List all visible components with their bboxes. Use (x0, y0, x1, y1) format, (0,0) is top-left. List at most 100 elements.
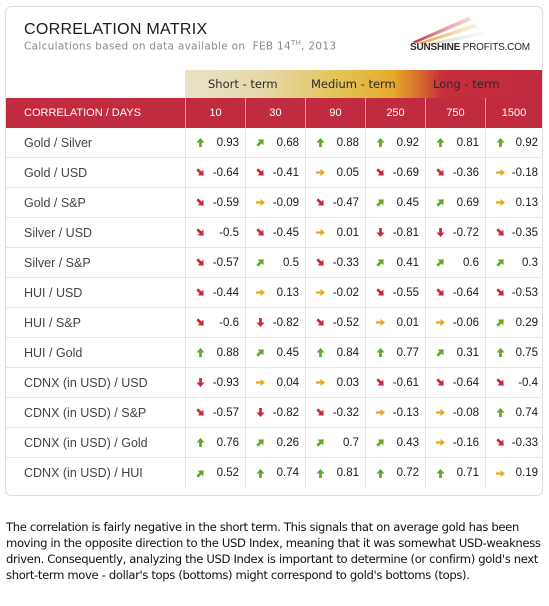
arrow-up-right-icon (256, 138, 265, 147)
correlation-cell-10: 0.52 (185, 458, 245, 488)
arrow-down-icon (376, 228, 385, 237)
correlation-cell-30: 0.74 (245, 458, 305, 488)
date-year: , 2013 (301, 40, 337, 53)
arrow-down-icon (256, 318, 265, 327)
correlation-value: 0.3 (522, 256, 538, 269)
correlation-value: 0.01 (396, 316, 419, 329)
arrow-down-icon (256, 408, 265, 417)
table-row: HUI / USD -0.44 0.13 -0.02 -0.55 -0.64 -0.53 (6, 278, 542, 308)
row-label: HUI / Gold (24, 345, 83, 360)
correlation-cell-1500: -0.4 (485, 368, 542, 397)
correlation-cell-90: 0.88 (305, 128, 365, 157)
arrow-right-icon (436, 408, 445, 417)
table-row: CDNX (in USD) / Gold 0.76 0.26 0.7 0.43 -0.16… (6, 428, 542, 458)
arrow-down-right-icon (436, 378, 445, 387)
arrow-right-icon (496, 469, 505, 478)
correlation-value: 0.13 (276, 286, 299, 299)
correlation-value: -0.41 (272, 166, 299, 179)
arrow-right-icon (376, 318, 385, 327)
correlation-cell-1500: -0.33 (485, 428, 542, 457)
term-medium: Medium - term (311, 77, 396, 91)
correlation-cell-250: 0.72 (365, 458, 425, 488)
arrow-down-icon (436, 228, 445, 237)
correlation-value: -0.35 (511, 226, 538, 239)
correlation-value: 0.72 (396, 467, 419, 479)
correlation-value: 0.88 (216, 346, 239, 359)
table-row: Silver / USD -0.5 -0.45 0.01 -0.81 -0.72 -0.35 (6, 218, 542, 248)
correlation-cell-90: 0.84 (305, 338, 365, 367)
arrow-down-right-icon (436, 168, 445, 177)
correlation-cell-30: -0.09 (245, 188, 305, 217)
correlation-cell-250: -0.69 (365, 158, 425, 187)
correlation-cell-1500: 0.29 (485, 308, 542, 337)
correlation-cell-750: -0.06 (425, 308, 485, 337)
correlation-cell-90: -0.32 (305, 398, 365, 427)
column-header-750: 750 (425, 98, 485, 128)
correlation-value: 0.93 (216, 136, 239, 149)
column-header-90: 90 (305, 98, 365, 128)
table-row: CDNX (in USD) / USD -0.93 0.04 0.03 -0.61 -0.… (6, 368, 542, 398)
correlation-value: -0.45 (272, 226, 299, 239)
arrow-up-icon (376, 138, 385, 147)
correlation-value: 0.45 (396, 196, 419, 209)
correlation-value: -0.57 (212, 406, 239, 419)
correlation-value: -0.52 (332, 316, 359, 329)
correlation-cell-750: -0.64 (425, 278, 485, 307)
correlation-value: 0.75 (515, 346, 538, 359)
arrow-down-right-icon (496, 288, 505, 297)
row-label: Gold / Silver (24, 135, 93, 150)
correlation-cell-30: 0.5 (245, 248, 305, 277)
correlation-value: 0.88 (336, 136, 359, 149)
correlation-cell-250: 0.45 (365, 188, 425, 217)
column-header-10: 10 (185, 98, 245, 128)
arrow-up-icon (436, 468, 445, 478)
arrow-right-icon (316, 168, 325, 177)
correlation-value: -0.53 (511, 286, 538, 299)
correlation-cell-750: 0.81 (425, 128, 485, 157)
correlation-value: 0.74 (276, 467, 299, 479)
correlation-cell-30: -0.82 (245, 398, 305, 427)
correlation-cell-1500: -0.18 (485, 158, 542, 187)
correlation-value: 0.52 (216, 467, 239, 479)
row-label: CDNX (in USD) / Gold (24, 435, 148, 450)
correlation-cell-90: -0.02 (305, 278, 365, 307)
correlation-value: 0.6 (463, 256, 479, 269)
correlation-cell-30: 0.68 (245, 128, 305, 157)
date-day: FEB 14 (252, 40, 292, 53)
correlation-value: 0.45 (276, 346, 299, 359)
correlation-cell-750: 0.69 (425, 188, 485, 217)
correlation-cell-90: 0.7 (305, 428, 365, 457)
correlation-value: -0.09 (272, 196, 299, 209)
correlation-value: 0.74 (515, 406, 538, 419)
row-label: Silver / USD (24, 225, 93, 240)
correlation-value: -0.59 (212, 196, 239, 209)
table-row: Gold / S&P -0.59 -0.09 -0.47 0.45 0.69 0.13 (6, 188, 542, 218)
correlation-value: -0.72 (452, 226, 479, 239)
column-header-250: 250 (365, 98, 425, 128)
arrow-up-right-icon (496, 318, 505, 327)
arrow-right-icon (496, 198, 505, 207)
correlation-cell-250: 0.01 (365, 308, 425, 337)
correlation-value: -0.18 (511, 166, 538, 179)
arrow-right-icon (316, 378, 325, 387)
correlation-cell-90: 0.05 (305, 158, 365, 187)
correlation-value: 0.04 (276, 376, 299, 389)
correlation-cell-750: -0.64 (425, 368, 485, 397)
correlation-value: -0.93 (212, 376, 239, 389)
arrow-down-right-icon (496, 438, 505, 447)
correlation-value: 0.71 (456, 467, 479, 479)
arrow-up-right-icon (196, 469, 205, 478)
correlation-value: 0.81 (456, 136, 479, 149)
arrow-right-icon (256, 288, 265, 297)
arrow-up-icon (496, 138, 505, 147)
correlation-value: 0.19 (515, 467, 538, 479)
correlation-value: 0.77 (396, 346, 419, 359)
correlation-cell-250: 0.43 (365, 428, 425, 457)
row-label: CDNX (in USD) / USD (24, 375, 148, 390)
commentary-text: The correlation is fairly negative in th… (6, 520, 541, 582)
arrow-up-right-icon (376, 438, 385, 447)
correlation-cell-10: -0.57 (185, 248, 245, 277)
correlation-cell-750: 0.31 (425, 338, 485, 367)
correlation-value: 0.31 (456, 346, 479, 359)
correlation-value: -0.81 (392, 226, 419, 239)
